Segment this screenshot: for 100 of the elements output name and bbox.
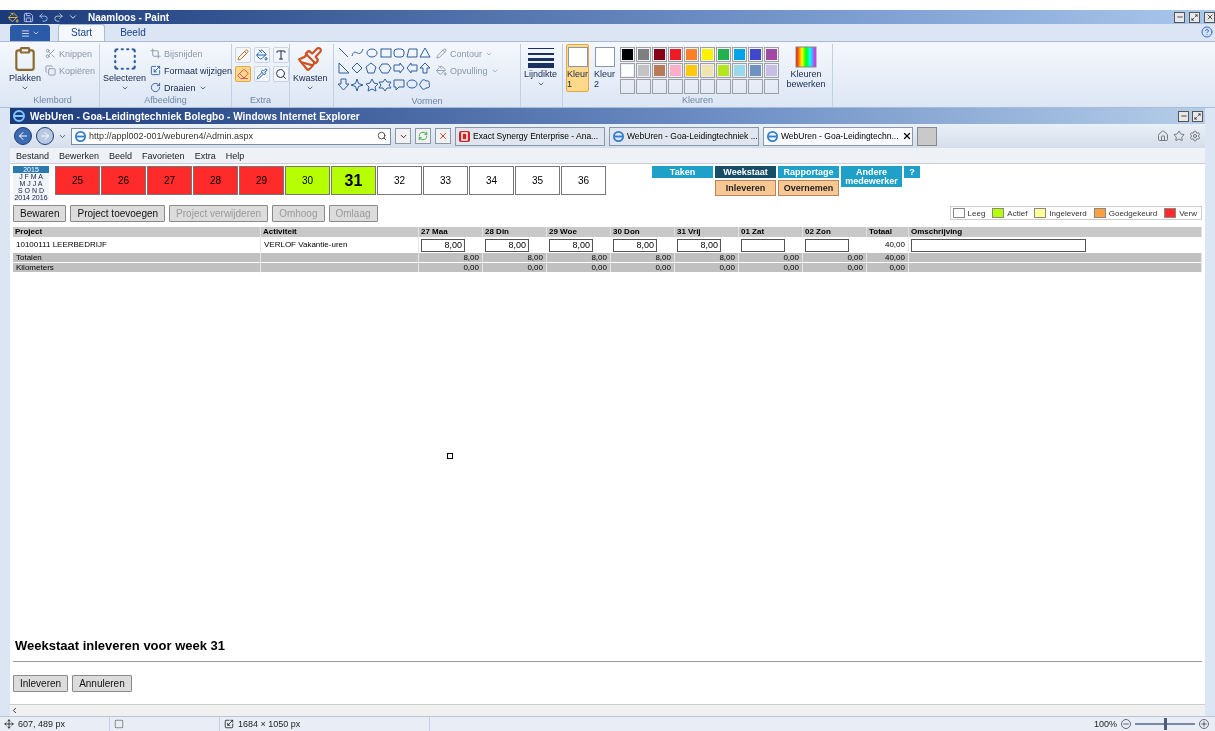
close-button[interactable] xyxy=(1204,11,1215,23)
zoom-in-icon[interactable] xyxy=(1199,719,1209,729)
restore-button[interactable] xyxy=(1189,11,1200,23)
week-tab[interactable]: 27 xyxy=(147,166,192,195)
stop-button[interactable] xyxy=(435,128,451,144)
minimize-button[interactable] xyxy=(1178,110,1189,122)
empty-swatch[interactable] xyxy=(716,79,732,94)
color-swatch[interactable] xyxy=(652,63,668,78)
toolbar-button[interactable]: Bewaren xyxy=(13,204,67,222)
color-swatch[interactable] xyxy=(716,47,732,62)
resize-handle[interactable] xyxy=(447,452,453,459)
color-swatch[interactable] xyxy=(716,63,732,78)
menu-item[interactable]: Bestand xyxy=(16,150,50,161)
week-tab[interactable]: 35 xyxy=(515,166,560,195)
hours-input[interactable]: 8,00 xyxy=(613,238,657,252)
color-swatch[interactable] xyxy=(700,63,716,78)
color-swatch[interactable] xyxy=(668,47,684,62)
hours-input[interactable]: 8,00 xyxy=(485,238,529,252)
resize-button[interactable]: Formaat wijzigen xyxy=(150,63,233,78)
color-swatch[interactable] xyxy=(636,47,652,62)
nav-tab[interactable]: Weekstaat xyxy=(715,166,776,178)
color-swatch[interactable] xyxy=(748,63,764,78)
tool-button[interactable] xyxy=(235,66,251,82)
week-tab[interactable]: 34 xyxy=(469,166,514,195)
empty-swatch[interactable] xyxy=(732,79,748,94)
color-swatch[interactable] xyxy=(652,47,668,62)
empty-swatch[interactable] xyxy=(620,79,636,94)
week-tab[interactable]: 29 xyxy=(239,166,284,195)
browser-tab[interactable]: WebUren - Goa-Leidingtechniek ... xyxy=(609,126,759,146)
menu-item[interactable]: Bewerken xyxy=(59,150,100,161)
rotate-button[interactable]: Draaien xyxy=(150,80,233,95)
empty-swatch[interactable] xyxy=(636,79,652,94)
app-menu-button[interactable] xyxy=(10,25,50,41)
sub-tab[interactable]: Inleveren xyxy=(715,180,776,196)
color-swatch[interactable] xyxy=(732,47,748,62)
ribbon-tab[interactable]: Start xyxy=(58,24,106,41)
description-input[interactable] xyxy=(911,238,1086,252)
week-tab[interactable]: 33 xyxy=(423,166,468,195)
empty-swatch[interactable] xyxy=(748,79,764,94)
tool-button[interactable] xyxy=(273,66,289,82)
paste-button[interactable]: Plakken xyxy=(9,44,42,92)
sub-tab[interactable]: Overnemen xyxy=(778,180,839,196)
customize-caret-icon[interactable] xyxy=(68,12,78,22)
ribbon-tab[interactable]: Beeld xyxy=(107,24,159,41)
refresh-button[interactable] xyxy=(415,128,431,144)
color-swatch[interactable] xyxy=(764,47,780,62)
forward-button[interactable] xyxy=(36,127,54,145)
week-tab[interactable]: 30 xyxy=(285,166,330,195)
color-swatch[interactable] xyxy=(764,63,780,78)
hours-input[interactable] xyxy=(741,238,785,252)
week-tab[interactable]: 26 xyxy=(101,166,146,195)
tool-button[interactable] xyxy=(254,66,270,82)
help-icon[interactable] xyxy=(1201,26,1213,38)
edit-colors-button[interactable]: Kleuren bewerken xyxy=(783,44,829,89)
select-button[interactable]: Selecteren xyxy=(103,44,147,92)
hours-input[interactable]: 8,00 xyxy=(677,238,721,252)
tool-button[interactable] xyxy=(235,47,251,63)
tool-button[interactable] xyxy=(254,47,270,63)
browser-tab[interactable]: Exact Synergy Enterprise - Ana... xyxy=(455,126,605,146)
line-size-button[interactable]: Lijndikte xyxy=(524,44,558,88)
redo-icon[interactable] xyxy=(53,11,64,23)
menu-item[interactable]: Favorieten xyxy=(142,150,185,161)
empty-swatch[interactable] xyxy=(652,79,668,94)
footer-button[interactable]: Inleveren xyxy=(13,675,69,692)
toolbar-button[interactable]: Project toevoegen xyxy=(70,204,166,222)
color-swatch[interactable] xyxy=(620,47,636,62)
menu-item[interactable]: Help xyxy=(225,150,245,161)
color-swatch[interactable] xyxy=(636,63,652,78)
week-tab[interactable]: 31 xyxy=(331,166,376,195)
horizontal-scrollbar[interactable] xyxy=(10,704,1205,716)
undo-icon[interactable] xyxy=(38,11,49,23)
empty-swatch[interactable] xyxy=(668,79,684,94)
zoom-thumb[interactable] xyxy=(1164,718,1167,730)
address-dropdown-button[interactable] xyxy=(395,128,411,144)
back-button[interactable] xyxy=(14,127,32,145)
hours-input[interactable]: 8,00 xyxy=(549,238,593,252)
color-slot-button[interactable]: Kleur 1 xyxy=(566,44,589,92)
minimize-button[interactable] xyxy=(1174,11,1185,23)
color-swatch[interactable] xyxy=(684,47,700,62)
color-swatch[interactable] xyxy=(620,63,636,78)
week-tab[interactable]: 32 xyxy=(377,166,422,195)
week-tab[interactable]: 36 xyxy=(561,166,606,195)
new-tab-button[interactable] xyxy=(917,126,937,146)
week-tab[interactable]: 28 xyxy=(193,166,238,195)
home-icon[interactable] xyxy=(1157,130,1169,142)
color-swatch[interactable] xyxy=(700,47,716,62)
color-swatch[interactable] xyxy=(748,47,764,62)
color-slot-button[interactable]: Kleur 2 xyxy=(593,44,617,92)
close-tab-icon[interactable] xyxy=(901,131,912,141)
favorites-icon[interactable] xyxy=(1173,130,1185,142)
color-swatch[interactable] xyxy=(732,63,748,78)
hours-input[interactable] xyxy=(805,238,849,252)
empty-swatch[interactable] xyxy=(700,79,716,94)
tool-button[interactable] xyxy=(273,47,289,63)
menu-item[interactable]: Extra xyxy=(194,150,216,161)
color-swatch[interactable] xyxy=(684,63,700,78)
color-swatch[interactable] xyxy=(668,63,684,78)
week-tab[interactable]: 25 xyxy=(55,166,100,195)
restore-button[interactable] xyxy=(1192,110,1203,122)
browser-tab[interactable]: WebUren - Goa-Leidingtechn... xyxy=(763,126,913,146)
